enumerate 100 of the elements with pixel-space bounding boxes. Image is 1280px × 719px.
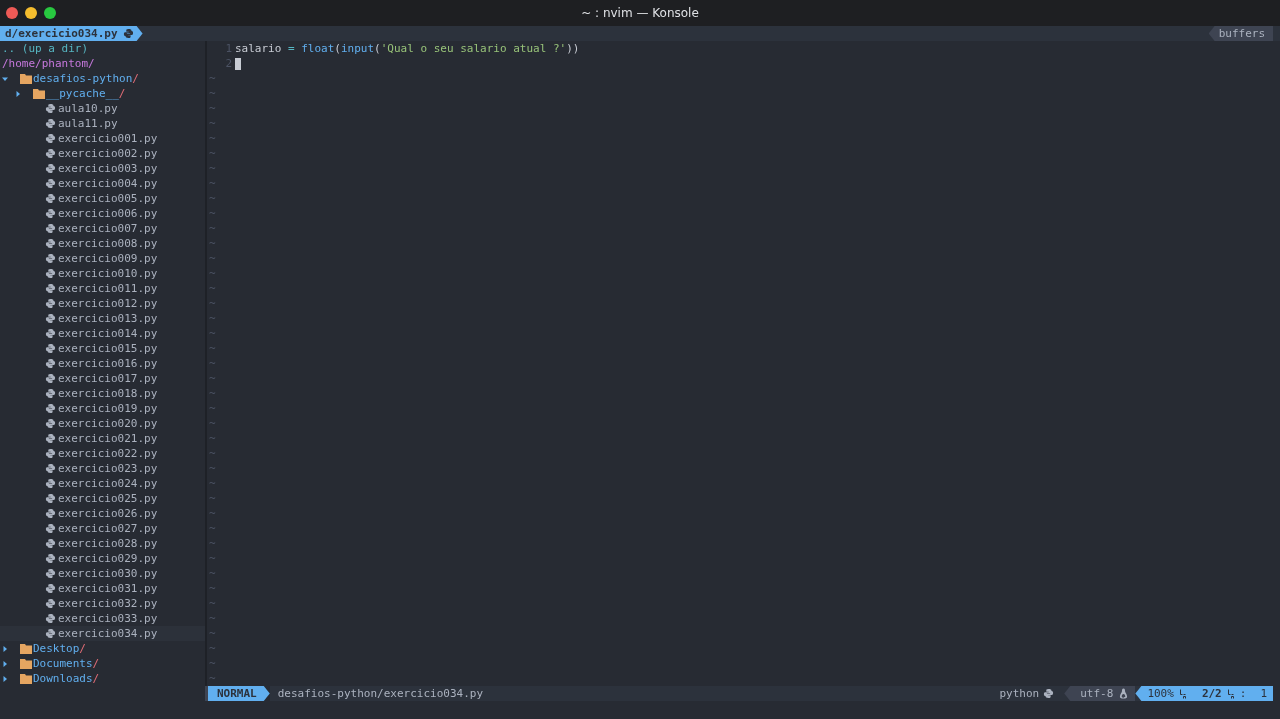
file-row[interactable]: exercicio014.py: [0, 326, 205, 341]
file-row[interactable]: exercicio019.py: [0, 401, 205, 416]
empty-line-marker: ~: [209, 251, 216, 266]
file-row[interactable]: exercicio001.py: [0, 131, 205, 146]
python-icon: [45, 298, 56, 309]
window-title: ~ : nvim — Konsole: [581, 6, 699, 20]
file-row[interactable]: aula11.py: [0, 116, 205, 131]
file-row[interactable]: exercicio034.py: [0, 626, 205, 641]
file-row[interactable]: exercicio027.py: [0, 521, 205, 536]
empty-line-marker: ~: [209, 416, 216, 431]
file-row[interactable]: exercicio025.py: [0, 491, 205, 506]
file-row[interactable]: exercicio031.py: [0, 581, 205, 596]
file-name: exercicio008.py: [58, 236, 158, 251]
python-icon: [45, 493, 56, 504]
file-name: exercicio010.py: [58, 266, 158, 281]
file-row[interactable]: exercicio010.py: [0, 266, 205, 281]
file-row[interactable]: exercicio008.py: [0, 236, 205, 251]
folder-name[interactable]: __pycache__/: [46, 86, 126, 101]
minimize-icon[interactable]: [25, 7, 37, 19]
file-row[interactable]: exercicio006.py: [0, 206, 205, 221]
empty-line-marker: ~: [209, 101, 216, 116]
collapsed-arrow-icon[interactable]: [2, 645, 8, 652]
python-icon: [45, 403, 56, 414]
file-name: exercicio012.py: [58, 296, 158, 311]
python-icon: [45, 313, 56, 324]
maximize-icon[interactable]: [44, 7, 56, 19]
file-row[interactable]: exercicio033.py: [0, 611, 205, 626]
file-row[interactable]: exercicio012.py: [0, 296, 205, 311]
empty-line-marker: ~: [209, 296, 216, 311]
file-path: desafios-python/exercicio034.py: [276, 686, 484, 701]
empty-line-marker: ~: [209, 431, 216, 446]
file-row[interactable]: exercicio024.py: [0, 476, 205, 491]
empty-line-marker: ~: [209, 671, 216, 686]
file-name: exercicio024.py: [58, 476, 158, 491]
python-icon: [45, 163, 56, 174]
file-name: exercicio031.py: [58, 581, 158, 596]
file-row[interactable]: exercicio017.py: [0, 371, 205, 386]
empty-line-marker: ~: [209, 536, 216, 551]
buffer-tab[interactable]: d/exercicio034.py: [0, 26, 143, 41]
python-icon: [45, 448, 56, 459]
empty-line-marker: ~: [209, 641, 216, 656]
folder-name[interactable]: Desktop/: [33, 641, 86, 656]
python-icon: [45, 478, 56, 489]
file-row[interactable]: aula10.py: [0, 101, 205, 116]
python-icon: [45, 433, 56, 444]
python-icon: [45, 553, 56, 564]
empty-line-marker: ~: [209, 551, 216, 566]
file-name: exercicio034.py: [58, 626, 158, 641]
file-row[interactable]: exercicio003.py: [0, 161, 205, 176]
empty-line-marker: ~: [209, 311, 216, 326]
empty-line-marker: ~: [209, 371, 216, 386]
python-icon: [45, 463, 56, 474]
file-name: exercicio005.py: [58, 191, 158, 206]
file-row[interactable]: exercicio020.py: [0, 416, 205, 431]
folder-icon: [20, 673, 32, 684]
file-row[interactable]: exercicio002.py: [0, 146, 205, 161]
python-icon: [45, 223, 56, 234]
file-row[interactable]: exercicio007.py: [0, 221, 205, 236]
close-icon[interactable]: [6, 7, 18, 19]
empty-line-marker: ~: [209, 626, 216, 641]
file-row[interactable]: exercicio004.py: [0, 176, 205, 191]
folder-name[interactable]: Downloads/: [33, 671, 100, 686]
collapsed-arrow-icon[interactable]: [2, 675, 8, 682]
file-row[interactable]: exercicio032.py: [0, 596, 205, 611]
file-row[interactable]: exercicio022.py: [0, 446, 205, 461]
empty-line-marker: ~: [209, 281, 216, 296]
python-icon: [45, 328, 56, 339]
file-row[interactable]: exercicio029.py: [0, 551, 205, 566]
empty-line-marker: ~: [209, 596, 216, 611]
folder-icon: [20, 658, 32, 669]
file-row[interactable]: exercicio028.py: [0, 536, 205, 551]
empty-line-marker: ~: [209, 236, 216, 251]
file-row[interactable]: exercicio016.py: [0, 356, 205, 371]
file-row[interactable]: exercicio023.py: [0, 461, 205, 476]
collapsed-arrow-icon[interactable]: [2, 660, 8, 667]
encoding-label: utf-8: [1080, 686, 1114, 701]
folder-name[interactable]: Documents/: [33, 656, 100, 671]
empty-line-marker: ~: [209, 506, 216, 521]
python-icon: [45, 238, 56, 249]
file-name: aula11.py: [58, 116, 118, 131]
collapsed-arrow-icon[interactable]: [15, 90, 21, 97]
file-row[interactable]: exercicio013.py: [0, 311, 205, 326]
folder-name[interactable]: desafios-python/: [33, 71, 139, 86]
file-row[interactable]: exercicio011.py: [0, 281, 205, 296]
code-line: salario = float(input('Qual o seu salario atual ?')): [235, 41, 580, 56]
up-dir-entry[interactable]: .. (up a dir): [2, 41, 89, 56]
file-name: aula10.py: [58, 101, 118, 116]
file-row[interactable]: exercicio021.py: [0, 431, 205, 446]
file-row[interactable]: exercicio015.py: [0, 341, 205, 356]
empty-line-marker: ~: [209, 476, 216, 491]
file-row[interactable]: exercicio009.py: [0, 251, 205, 266]
file-row[interactable]: exercicio005.py: [0, 191, 205, 206]
expanded-arrow-icon[interactable]: [2, 75, 8, 82]
file-row[interactable]: exercicio018.py: [0, 386, 205, 401]
python-icon: [45, 358, 56, 369]
file-row[interactable]: exercicio030.py: [0, 566, 205, 581]
file-name: exercicio021.py: [58, 431, 158, 446]
python-icon: [45, 118, 56, 129]
python-icon: [45, 598, 56, 609]
file-row[interactable]: exercicio026.py: [0, 506, 205, 521]
